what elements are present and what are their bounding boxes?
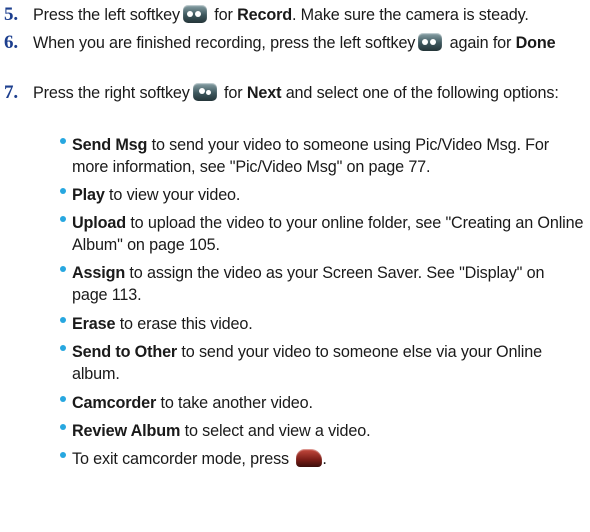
option-text: to erase this video. [115,315,253,333]
step-number: 5. [4,4,18,25]
end-key-icon [296,449,323,467]
step-key-label: Done [515,34,556,52]
step-7: 7. Press the right softkey for Next and … [4,82,559,103]
bullet-icon [60,266,66,272]
option-label: Assign [72,264,126,282]
step-5: 5. Press the left softkey for Record. Ma… [4,4,529,25]
bullet-icon [60,317,66,323]
right-softkey-icon [192,83,217,101]
bullet-icon [60,452,66,458]
left-softkey-icon [418,33,443,51]
step-key-label: Record [237,6,292,24]
option-text: to upload the video to your online folde… [72,214,584,254]
option-label: Send to Other [72,343,178,361]
option-text: to view your video. [104,186,241,204]
option-text: to select and view a video. [180,422,371,440]
option-send-to-other: Send to Other to send your video to some… [60,341,584,385]
option-exit: To exit camcorder mode, press . [60,448,584,470]
option-assign: Assign to assign the video as your Scree… [60,262,584,306]
step-text: Press the left softkey [33,6,180,24]
option-play: Play to view your video. [60,184,584,206]
step-text: Press the right softkey [33,84,190,102]
option-label: Erase [72,315,116,333]
step-text: When you are finished recording, press t… [33,34,416,52]
option-text: To exit camcorder mode, press [72,450,294,468]
step-key-label: Next [246,84,282,102]
step-6: 6. When you are finished recording, pres… [4,32,556,53]
bullet-icon [60,216,66,222]
option-label: Play [72,186,105,204]
step-number: 7. [4,82,18,103]
option-label: Review Album [72,422,181,440]
bullet-icon [60,138,66,144]
step-number: 6. [4,32,18,53]
bullet-icon [60,188,66,194]
option-text: to take another video. [156,394,313,412]
option-upload: Upload to upload the video to your onlin… [60,212,584,256]
option-camcorder: Camcorder to take another video. [60,392,584,414]
option-review-album: Review Album to select and view a video. [60,420,584,442]
left-softkey-icon [182,5,207,23]
bullet-icon [60,345,66,351]
bullet-icon [60,396,66,402]
option-label: Upload [72,214,126,232]
option-label: Camcorder [72,394,157,412]
manual-page: 5. Press the left softkey for Record. Ma… [0,0,590,532]
option-send-msg: Send Msg to send your video to someone u… [60,134,584,178]
option-erase: Erase to erase this video. [60,313,584,335]
bullet-icon [60,424,66,430]
option-text: to assign the video as your Screen Saver… [72,264,545,304]
option-label: Send Msg [72,136,148,154]
